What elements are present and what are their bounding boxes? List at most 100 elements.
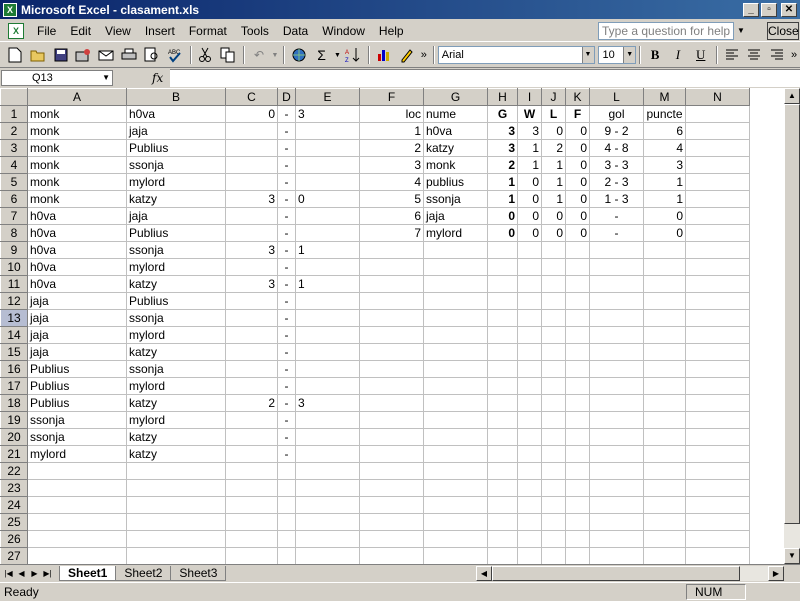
cell-a11[interactable]: h0va [27,275,127,293]
cell-m3[interactable]: 4 [643,139,686,157]
cell-f12[interactable] [359,292,424,310]
cell-b3[interactable]: Publius [126,139,226,157]
cell-b13[interactable]: ssonja [126,309,226,327]
font-size-select[interactable]: 10 ▼ [598,46,637,64]
cell-l16[interactable] [589,360,644,378]
cell-a5[interactable]: monk [27,173,127,191]
cell-i16[interactable] [517,360,542,378]
cell-f26[interactable] [359,530,424,548]
cell-h12[interactable] [487,292,518,310]
cell-a8[interactable]: h0va [27,224,127,242]
cell-e19[interactable] [295,411,360,429]
sort-ascending-icon[interactable]: AZ [342,44,364,66]
cell-l19[interactable] [589,411,644,429]
cell-n1[interactable] [685,105,750,123]
cell-n18[interactable] [685,394,750,412]
row-header[interactable]: 17 [0,377,28,395]
cell-f14[interactable] [359,326,424,344]
cell-l5[interactable]: 2 - 3 [589,173,644,191]
cell-a10[interactable]: h0va [27,258,127,276]
cell-d13[interactable]: - [277,309,296,327]
cell-b22[interactable] [126,462,226,480]
cell-h19[interactable] [487,411,518,429]
cell-l22[interactable] [589,462,644,480]
cell-e4[interactable] [295,156,360,174]
cell-g18[interactable] [423,394,488,412]
cell-i26[interactable] [517,530,542,548]
cell-c12[interactable] [225,292,278,310]
cell-g23[interactable] [423,479,488,497]
cell-m12[interactable] [643,292,686,310]
cell-g11[interactable] [423,275,488,293]
chart-wizard-icon[interactable] [373,44,395,66]
cell-g3[interactable]: katzy [423,139,488,157]
cell-d14[interactable]: - [277,326,296,344]
cell-f17[interactable] [359,377,424,395]
cell-h13[interactable] [487,309,518,327]
cell-d22[interactable] [277,462,296,480]
cell-h7[interactable]: 0 [487,207,518,225]
cell-b19[interactable]: mylord [126,411,226,429]
undo-dropdown-icon[interactable]: ▼ [271,44,279,66]
cell-h23[interactable] [487,479,518,497]
cell-l3[interactable]: 4 - 8 [589,139,644,157]
cell-e23[interactable] [295,479,360,497]
cell-i2[interactable]: 3 [517,122,542,140]
cell-e24[interactable] [295,496,360,514]
cell-j11[interactable] [541,275,566,293]
cell-a24[interactable] [27,496,127,514]
cell-a4[interactable]: monk [27,156,127,174]
cell-i12[interactable] [517,292,542,310]
cell-j26[interactable] [541,530,566,548]
cell-n4[interactable] [685,156,750,174]
cell-g22[interactable] [423,462,488,480]
cell-c13[interactable] [225,309,278,327]
cell-k25[interactable] [565,513,590,531]
cell-b11[interactable]: katzy [126,275,226,293]
vertical-scrollbar[interactable]: ▲ ▼ [784,88,800,564]
row-header[interactable]: 26 [0,530,28,548]
cell-c11[interactable]: 3 [225,275,278,293]
cell-a23[interactable] [27,479,127,497]
cell-k15[interactable] [565,343,590,361]
cell-j14[interactable] [541,326,566,344]
cell-j5[interactable]: 1 [541,173,566,191]
cell-n23[interactable] [685,479,750,497]
bold-button[interactable]: B [644,44,666,66]
menu-help[interactable]: Help [372,24,411,38]
print-icon[interactable] [118,44,140,66]
font-name-select[interactable]: Arial ▼ [437,46,595,64]
cell-g7[interactable]: jaja [423,207,488,225]
cell-i10[interactable] [517,258,542,276]
cell-n27[interactable] [685,547,750,564]
column-header-h[interactable]: H [487,88,518,106]
cell-f13[interactable] [359,309,424,327]
cell-h20[interactable] [487,428,518,446]
cell-f16[interactable] [359,360,424,378]
cell-j8[interactable]: 0 [541,224,566,242]
cell-f2[interactable]: 1 [359,122,424,140]
cell-l15[interactable] [589,343,644,361]
horizontal-scroll-thumb[interactable] [492,566,740,581]
cell-i15[interactable] [517,343,542,361]
cell-m25[interactable] [643,513,686,531]
cell-a19[interactable]: ssonja [27,411,127,429]
workbook-icon[interactable]: X [8,22,24,39]
cell-b16[interactable]: ssonja [126,360,226,378]
cell-a20[interactable]: ssonja [27,428,127,446]
cell-g19[interactable] [423,411,488,429]
cell-i1[interactable]: W [517,105,542,123]
cell-m7[interactable]: 0 [643,207,686,225]
row-header[interactable]: 21 [0,445,28,463]
cell-l2[interactable]: 9 - 2 [589,122,644,140]
cell-d8[interactable]: - [277,224,296,242]
cell-k10[interactable] [565,258,590,276]
cell-d9[interactable]: - [277,241,296,259]
cell-k26[interactable] [565,530,590,548]
cell-n21[interactable] [685,445,750,463]
cell-e16[interactable] [295,360,360,378]
cell-j19[interactable] [541,411,566,429]
column-header-b[interactable]: B [126,88,226,106]
cell-b14[interactable]: mylord [126,326,226,344]
cell-n2[interactable] [685,122,750,140]
